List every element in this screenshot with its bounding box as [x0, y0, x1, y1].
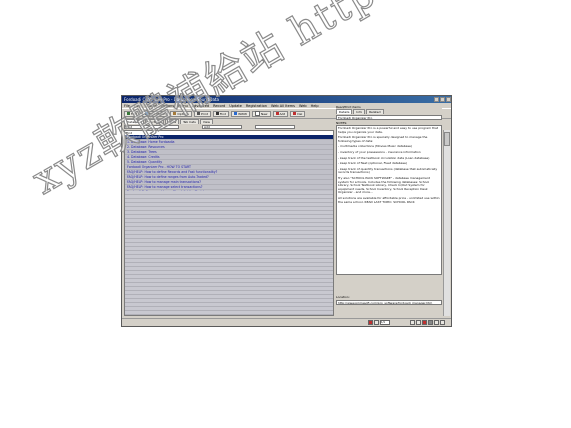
print-button[interactable]: Print: [194, 110, 211, 117]
tab-related[interactable]: Related: [366, 109, 384, 114]
new-button[interactable]: New: [251, 110, 271, 117]
notes-paragraph: - multimedia collections (Movies Music d…: [338, 144, 413, 149]
menu-web[interactable]: Web: [299, 104, 307, 108]
down-icon[interactable]: [440, 320, 445, 325]
search-input-3[interactable]: [255, 124, 295, 129]
page-indicator: 1/1: [380, 320, 390, 325]
detail-title[interactable]: Fordoadi Organizer Pro: [336, 115, 442, 120]
close-button[interactable]: [446, 97, 451, 102]
notes-paragraph: - inventory of your possessions - insura…: [338, 149, 421, 154]
url-label: Location:: [336, 295, 350, 299]
prev-record-icon[interactable]: [410, 320, 415, 325]
scrollbar-thumb[interactable]: [444, 132, 450, 146]
search-input-2[interactable]: Add: [202, 124, 242, 129]
print-icon: [197, 112, 200, 115]
detail-tabs: Details Info Related: [336, 109, 442, 114]
tab-info[interactable]: Info: [353, 109, 366, 114]
menu-help[interactable]: Help: [311, 104, 319, 108]
find-icon: [127, 112, 130, 115]
notes-paragraph: Fordoadi Organizer Pro is a powerful and…: [338, 126, 439, 134]
find-match-label: Find Match: [149, 111, 166, 116]
notes-paragraph: All solutions are available for affordab…: [338, 195, 440, 204]
match-icon: [145, 112, 149, 115]
print-label: Print: [201, 111, 208, 116]
find-button[interactable]: Find: [124, 110, 141, 117]
add-icon: [275, 112, 279, 115]
search-row: Find Add: [124, 124, 334, 129]
options-button[interactable]: Options: [170, 110, 192, 117]
binoculars-icon: [215, 112, 219, 115]
gray-tool-icon[interactable]: [428, 320, 433, 325]
www-button[interactable]: WWW: [231, 110, 250, 117]
tab-details[interactable]: Details: [336, 109, 353, 114]
minimize-button[interactable]: [434, 97, 439, 102]
find-match-button[interactable]: Find Match: [142, 110, 169, 117]
find2-label: Find: [219, 111, 227, 116]
menu-file[interactable]: File: [124, 104, 130, 108]
menu-record[interactable]: Record: [213, 104, 225, 108]
title-bar: Fordoadi Organizer Pro - Database - Soun…: [122, 96, 451, 103]
menu-search[interactable]: Search: [145, 104, 157, 108]
add-label: Add: [279, 111, 286, 116]
menu-options[interactable]: Options: [161, 104, 175, 108]
new-icon: [254, 111, 260, 116]
notes-paragraph: Try also "SCHOOL PACK SOFTWARE" - databa…: [338, 175, 430, 195]
delete-icon: [293, 112, 297, 115]
maximize-button[interactable]: [440, 97, 445, 102]
options-label: Options: [177, 111, 189, 116]
url-field[interactable]: http://www.primasoft.com/pro_software/fo…: [336, 300, 442, 305]
empty-rows: [125, 191, 333, 315]
red-tool-icon[interactable]: [422, 320, 427, 325]
menu-registration[interactable]: Registration: [246, 104, 267, 108]
up-icon[interactable]: [434, 320, 439, 325]
menu-menu[interactable]: Menu: [178, 104, 188, 108]
status-bar: 1/1: [122, 318, 451, 326]
find2-button[interactable]: Find: [212, 110, 230, 117]
delete-button[interactable]: Del: [290, 110, 306, 117]
notes-text[interactable]: Fordoadi Organizer Pro is a powerful and…: [336, 125, 442, 275]
delete-label: Del: [297, 111, 303, 116]
notes-paragraph: Fordoadi Organizer Pro is specially desi…: [338, 135, 428, 143]
globe-icon: [234, 112, 238, 115]
next-record-icon[interactable]: [416, 320, 421, 325]
new-label: New: [260, 111, 268, 116]
record-list[interactable]: Find Fordoadi Organizer Pro 1. Database:…: [124, 130, 334, 316]
first-record-icon[interactable]: [374, 320, 379, 325]
stop-icon[interactable]: [368, 320, 373, 325]
www-label: WWW: [238, 111, 247, 116]
app-window: Fordoadi Organizer Pro - Database - Soun…: [121, 95, 452, 327]
detail-panel: Read/Print items Details Info Related Fo…: [336, 105, 442, 319]
search-input[interactable]: Find: [124, 124, 179, 129]
menu-edit[interactable]: Edit: [134, 104, 141, 108]
menu-update[interactable]: Update: [229, 104, 242, 108]
add-button[interactable]: Add: [272, 110, 289, 117]
options-icon: [173, 112, 177, 115]
window-title: Fordoadi Organizer Pro - Database - Soun…: [124, 97, 219, 102]
find-label: Find: [131, 111, 138, 116]
notes-paragraph: - keep track of the textbook circulation…: [338, 155, 430, 160]
notes-paragraph: - keep track of fleet (optional, Fleet d…: [338, 161, 408, 166]
menu-web-all[interactable]: Web All Items: [271, 104, 295, 108]
menu-advanced[interactable]: Advanced: [192, 104, 209, 108]
vertical-scrollbar[interactable]: [443, 130, 450, 316]
notes-paragraph: - keep track of quantity transactions (d…: [338, 166, 438, 175]
